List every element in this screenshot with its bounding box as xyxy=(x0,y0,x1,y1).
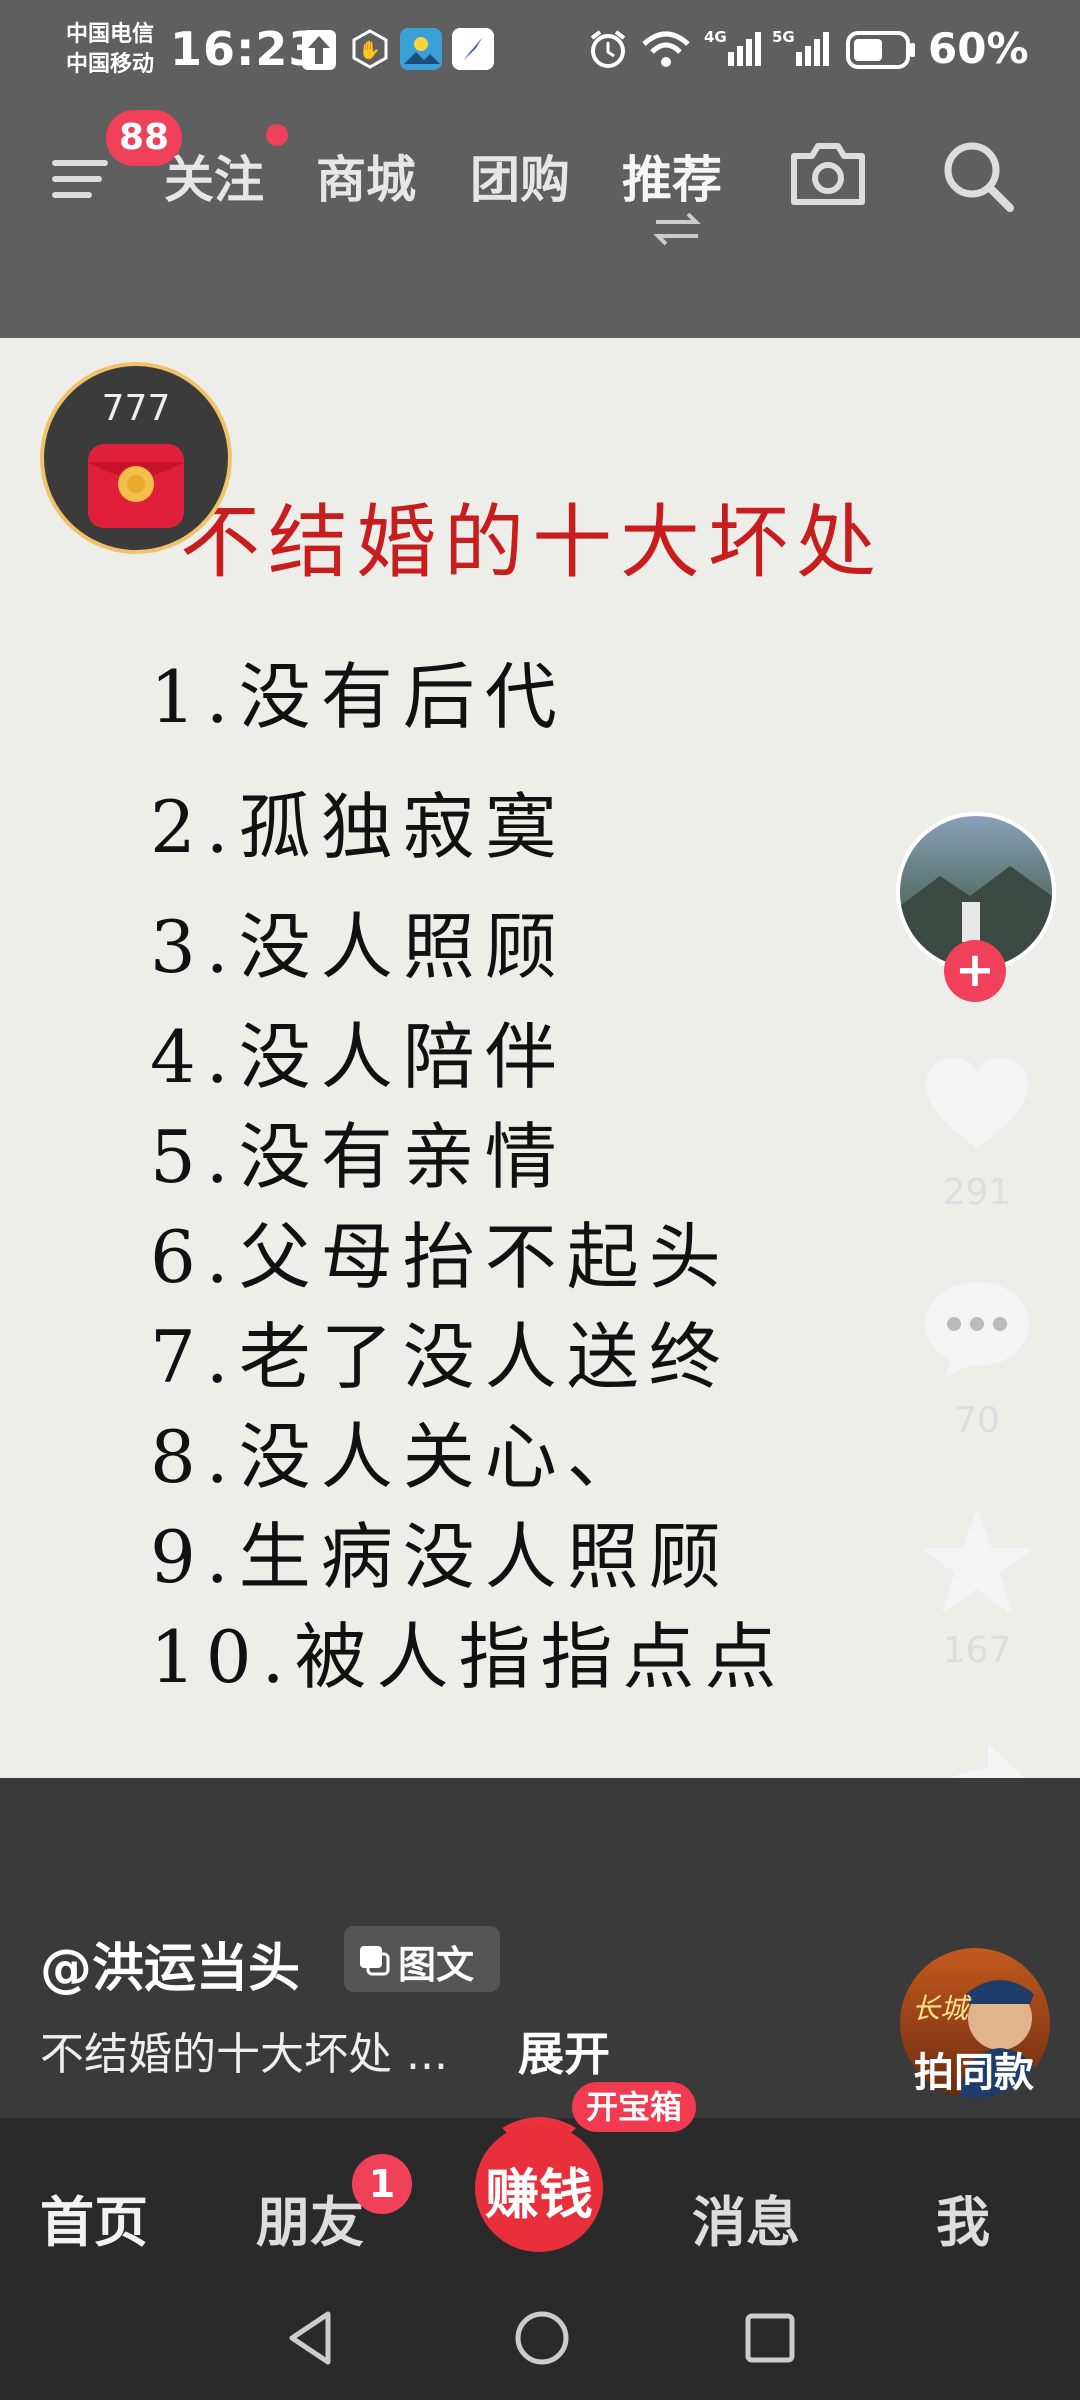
red-packet-icon xyxy=(82,436,190,532)
alarm-icon xyxy=(586,26,630,72)
battery-percent: 60% xyxy=(928,24,1029,73)
post-type-label: 图文 xyxy=(398,1943,475,1987)
favorite-count: 167 xyxy=(942,1630,1012,1671)
search-icon[interactable] xyxy=(938,136,1018,216)
comment-icon[interactable] xyxy=(922,1280,1032,1380)
list-item: 5.没有亲情 xyxy=(150,1115,567,1199)
svg-text:5G: 5G xyxy=(772,28,795,46)
list-item: 4.没人陪伴 xyxy=(150,1015,567,1099)
system-nav-bar xyxy=(0,2282,1080,2400)
svg-text:✋: ✋ xyxy=(359,39,381,61)
top-nav: 88 关注 商城 团购 推荐 xyxy=(0,110,1080,338)
post-type-badge: 图文 xyxy=(344,1926,500,1992)
earn-money-label: 赚钱 xyxy=(485,2163,593,2226)
image-text-icon xyxy=(358,1944,390,1976)
post-info-panel: @洪运当头 图文 不结婚的十大坏处 ... 展开 长城 拍同款 xyxy=(0,1778,1080,2118)
like-heart-icon[interactable] xyxy=(922,1056,1032,1156)
list-item: 9.生病没人照顾 xyxy=(150,1515,731,1599)
hand-icon: ✋ xyxy=(350,28,390,70)
tab-messages[interactable]: 消息 xyxy=(692,2178,800,2257)
friends-badge: 1 xyxy=(352,2154,412,2214)
compass-app-icon xyxy=(452,28,494,70)
favorite-star-icon[interactable] xyxy=(922,1510,1032,1614)
status-bar: 中国电信 中国移动 16:23 ✋ 4G 5G 60% xyxy=(0,0,1080,110)
author-name[interactable]: @洪运当头 xyxy=(40,1926,300,2001)
same-style-label[interactable]: 拍同款 xyxy=(914,2040,1034,2098)
switch-arrows-icon[interactable] xyxy=(652,210,702,246)
tab-recommend[interactable]: 推荐 xyxy=(622,140,722,212)
follow-plus-icon[interactable]: + xyxy=(944,940,1006,1002)
carrier-label-2: 中国移动 xyxy=(66,52,155,77)
signal-5g-icon: 5G xyxy=(772,26,832,72)
list-item: 1.没有后代 xyxy=(150,655,567,739)
tab-mall[interactable]: 商城 xyxy=(316,140,416,212)
signal-4g-icon: 4G xyxy=(704,26,762,72)
tab-friends[interactable]: 朋友 xyxy=(256,2178,364,2257)
post-image[interactable]: 不结婚的十大坏处 1.没有后代 2.孤独寂寞 3.没人照顾 4.没人陪伴 5.没… xyxy=(0,338,1080,1778)
like-count: 291 xyxy=(942,1172,1012,1213)
upload-icon xyxy=(302,30,336,70)
comment-count: 70 xyxy=(954,1400,1000,1441)
home-icon[interactable] xyxy=(512,2308,572,2368)
list-item: 10.被人指指点点 xyxy=(150,1615,787,1699)
carrier-label-1: 中国电信 xyxy=(66,22,155,47)
photo-app-icon xyxy=(400,28,442,70)
post-caption: 不结婚的十大坏处 ... xyxy=(40,2029,448,2080)
red-packet-count: 777 xyxy=(101,388,171,429)
tab-home[interactable]: 首页 xyxy=(40,2178,148,2257)
svg-text:长城: 长城 xyxy=(912,1992,972,2025)
menu-icon[interactable] xyxy=(48,140,118,210)
back-icon[interactable] xyxy=(282,2308,338,2368)
battery-icon xyxy=(846,30,918,70)
expand-link[interactable]: 展开 xyxy=(518,2018,610,2084)
tab-group-buy[interactable]: 团购 xyxy=(470,140,570,212)
camera-icon[interactable] xyxy=(786,138,870,210)
recents-icon[interactable] xyxy=(742,2310,798,2366)
svg-text:4G: 4G xyxy=(704,28,727,46)
list-item: 7.老了没人送终 xyxy=(150,1315,731,1399)
list-item: 6.父母抬不起头 xyxy=(150,1215,731,1299)
list-item: 8.没人关心、 xyxy=(150,1415,649,1499)
tab-follow[interactable]: 关注 xyxy=(164,140,264,212)
list-item: 2.孤独寂寞 xyxy=(150,785,567,869)
wifi-icon xyxy=(640,26,692,72)
post-title: 不结婚的十大坏处 xyxy=(180,496,884,589)
tab-me[interactable]: 我 xyxy=(936,2178,990,2257)
open-treasure-badge[interactable]: 开宝箱 xyxy=(572,2082,697,2132)
red-packet-widget[interactable]: 777 xyxy=(40,362,232,554)
clock: 16:23 xyxy=(170,22,322,76)
list-item: 3.没人照顾 xyxy=(150,905,567,989)
follow-dot xyxy=(266,124,288,146)
bottom-tab-bar: 首页 朋友 1 赚钱 开宝箱 消息 我 xyxy=(0,2082,1080,2282)
